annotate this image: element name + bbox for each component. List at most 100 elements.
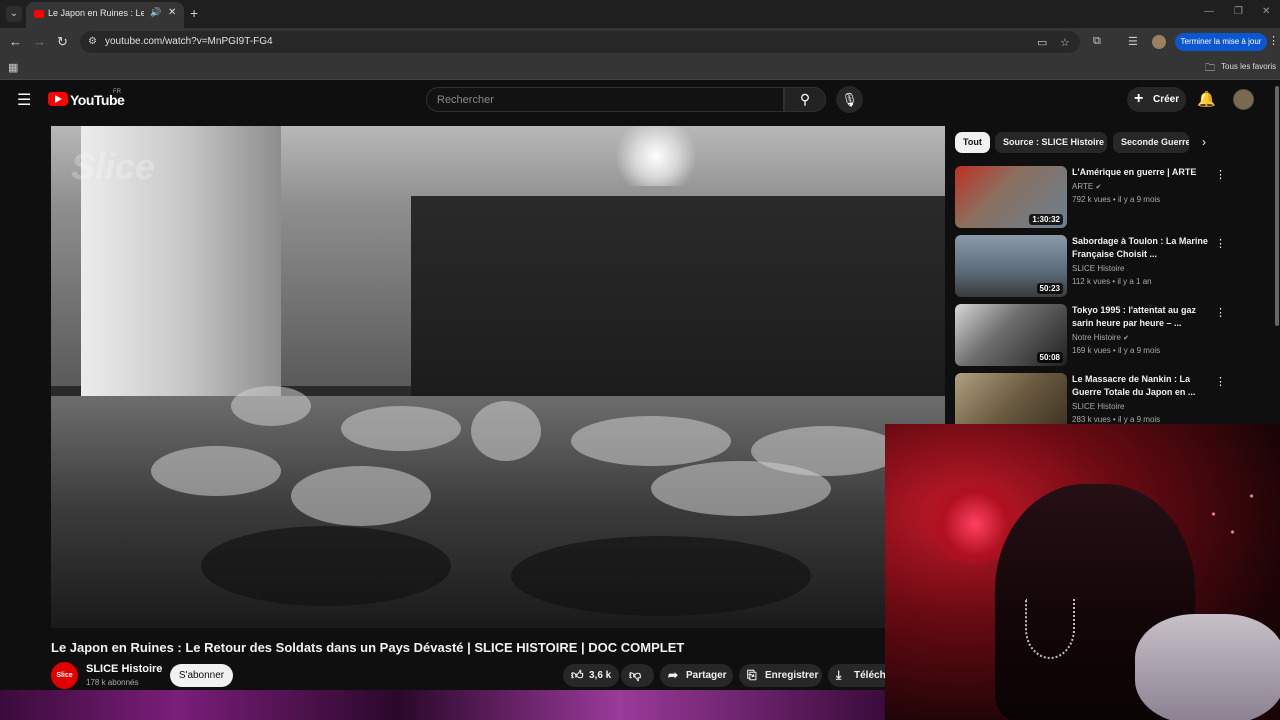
- reading-list-icon[interactable]: ☰: [1128, 35, 1138, 48]
- update-button[interactable]: Terminer la mise à jour: [1175, 33, 1267, 51]
- bookmark-star-icon[interactable]: ☆: [1060, 36, 1070, 49]
- chevron-right-icon[interactable]: ›: [1202, 135, 1206, 149]
- video-thumbnail[interactable]: 50:23: [955, 235, 1067, 297]
- recommendation-channel[interactable]: Notre Histoire ✔: [1072, 333, 1129, 342]
- recommendation-channel[interactable]: SLICE Histoire: [1072, 264, 1124, 273]
- browser-tab-bar: ⌄ Le Japon en Ruines : Le Retour 🔊 ✕ + —…: [0, 0, 1280, 28]
- chip-all[interactable]: Tout: [955, 132, 990, 153]
- folder-icon: 🗀: [1205, 63, 1215, 74]
- more-actions-icon[interactable]: ⋮: [1215, 168, 1226, 181]
- recommendation-title[interactable]: L'Amérique en guerre | ARTE: [1072, 166, 1210, 179]
- channel-label: Notre Histoire: [1072, 333, 1121, 342]
- account-avatar[interactable]: [1233, 89, 1254, 110]
- download-icon: ⤓: [836, 668, 842, 682]
- forward-icon[interactable]: →: [33, 34, 46, 49]
- description-area-glimpse: [0, 690, 885, 720]
- channel-avatar[interactable]: Slice: [51, 662, 78, 689]
- like-count: 3,6 k: [589, 670, 612, 681]
- save-button[interactable]: ⎘ Enregistrer: [739, 664, 822, 687]
- channel-label: ARTE: [1072, 182, 1094, 191]
- dislike-button[interactable]: 👎︎: [621, 664, 654, 687]
- share-arrow-icon: ➦: [668, 668, 679, 682]
- share-label: Partager: [686, 670, 727, 681]
- browser-toolbar: ← → ↻ ⚙ youtube.com/watch?v=MnPGI9T-FG4 …: [0, 28, 1280, 56]
- recommendation-channel[interactable]: SLICE Histoire: [1072, 402, 1124, 411]
- youtube-favicon-icon: [34, 10, 44, 18]
- browser-tab[interactable]: Le Japon en Ruines : Le Retour 🔊 ✕: [26, 2, 184, 28]
- more-actions-icon[interactable]: ⋮: [1215, 375, 1225, 388]
- duration-badge: 1:30:32: [1029, 214, 1063, 225]
- more-actions-icon[interactable]: ⋮: [1215, 237, 1226, 250]
- create-label: Créer: [1153, 94, 1180, 105]
- minimize-icon[interactable]: —: [1204, 6, 1214, 17]
- reload-icon[interactable]: ↻: [57, 34, 68, 50]
- extensions-icon[interactable]: ⧉: [1093, 35, 1101, 48]
- recommendation-title[interactable]: Tokyo 1995 : l'attentat au gaz sarin heu…: [1072, 304, 1210, 330]
- slice-watermark: Slice: [71, 146, 156, 187]
- recommendation-meta: 112 k vues • il y a 1 an: [1072, 277, 1152, 286]
- search-input[interactable]: Rechercher: [426, 87, 784, 112]
- tab-list-icon[interactable]: ⌄: [6, 6, 22, 22]
- video-title: Le Japon en Ruines : Le Retour des Solda…: [51, 640, 685, 655]
- recommendation-meta: 792 k vues • il y a 9 mois: [1072, 195, 1161, 204]
- maximize-icon[interactable]: ❐: [1234, 6, 1243, 17]
- recommendation-item[interactable]: Le Massacre de Nankin : La Guerre Totale…: [955, 373, 1225, 424]
- recommendation-title[interactable]: Le Massacre de Nankin : La Guerre Totale…: [1072, 373, 1210, 399]
- search-button[interactable]: ⚲: [784, 87, 826, 112]
- chip-source-slice[interactable]: Source : SLICE Histoire: [995, 132, 1107, 153]
- site-info-icon[interactable]: ⚙: [88, 36, 97, 47]
- cast-icon[interactable]: ▭: [1037, 36, 1047, 49]
- recommendation-channel[interactable]: ARTE ✔: [1072, 182, 1101, 191]
- recommendation-title[interactable]: Sabordage à Toulon : La Marine Française…: [1072, 235, 1210, 261]
- bookmarks-bar: ▦ 🗀 Tous les favoris: [0, 56, 1280, 80]
- duration-badge: 50:08: [1036, 352, 1063, 363]
- recommendation-item[interactable]: 1:30:32 L'Amérique en guerre | ARTE ARTE…: [955, 166, 1226, 228]
- new-tab-icon[interactable]: +: [190, 5, 198, 21]
- recommendation-meta: 169 k vues • il y a 9 mois: [1072, 346, 1161, 355]
- verified-badge-icon: ✔: [1095, 184, 1102, 191]
- voice-search-icon[interactable]: 🎙: [836, 86, 863, 113]
- region-code: FR: [113, 89, 121, 95]
- profile-avatar[interactable]: [1152, 35, 1166, 49]
- search-placeholder: Rechercher: [437, 94, 494, 106]
- save-label: Enregistrer: [765, 670, 819, 681]
- more-menu-icon[interactable]: ⋮: [1268, 34, 1279, 47]
- tab-title: Le Japon en Ruines : Le Retour: [48, 8, 144, 18]
- back-icon[interactable]: ←: [9, 34, 22, 49]
- address-bar[interactable]: ⚙ youtube.com/watch?v=MnPGI9T-FG4 ▭ ☆: [80, 31, 1080, 53]
- recommendation-item[interactable]: 50:23 Sabordage à Toulon : La Marine Fra…: [955, 235, 1226, 297]
- verified-badge-icon: ✔: [1123, 335, 1130, 342]
- all-bookmarks-link[interactable]: Tous les favoris: [1221, 62, 1276, 71]
- close-tab-icon[interactable]: ✕: [168, 7, 176, 18]
- download-label: Télécha: [854, 670, 885, 681]
- share-button[interactable]: ➦ Partager: [660, 664, 733, 687]
- video-thumbnail[interactable]: [955, 373, 1067, 424]
- like-button[interactable]: 👍︎ 3,6 k: [563, 664, 619, 687]
- video-thumbnail[interactable]: 1:30:32: [955, 166, 1067, 228]
- chip-second-war[interactable]: Seconde Guerre: [1113, 132, 1189, 153]
- thumbs-down-icon: 👎︎: [629, 668, 642, 682]
- download-button[interactable]: ⤓ Télécha: [828, 664, 885, 687]
- thumbs-up-icon: 👍︎: [571, 668, 584, 682]
- channel-name[interactable]: SLICE Histoire: [86, 663, 162, 675]
- plus-icon: +: [1134, 90, 1144, 107]
- page-scrollbar[interactable]: [1275, 86, 1279, 326]
- close-window-icon[interactable]: ✕: [1262, 6, 1270, 17]
- more-actions-icon[interactable]: ⋮: [1215, 306, 1226, 319]
- url-text: youtube.com/watch?v=MnPGI9T-FG4: [105, 36, 273, 47]
- bookmark-icon: ⎘: [747, 668, 757, 682]
- subscribe-button[interactable]: S'abonner: [170, 664, 233, 687]
- video-player[interactable]: Slice: [51, 126, 945, 628]
- duration-badge: 50:23: [1036, 283, 1063, 294]
- notifications-bell-icon[interactable]: 🔔: [1197, 90, 1216, 108]
- play-triangle-icon: [55, 95, 62, 103]
- subscriber-count: 178 k abonnés: [86, 678, 139, 687]
- audio-icon[interactable]: 🔊: [150, 7, 161, 18]
- apps-grid-icon[interactable]: ▦: [8, 61, 18, 74]
- menu-icon[interactable]: ☰: [17, 90, 31, 110]
- youtube-header: ☰ YouTube FR Rechercher ⚲ 🎙 + Créer 🔔: [0, 81, 1280, 119]
- recommendation-item[interactable]: 50:08 Tokyo 1995 : l'attentat au gaz sar…: [955, 304, 1226, 366]
- recommendation-meta: 283 k vues • il y a 9 mois: [1072, 415, 1161, 424]
- video-thumbnail[interactable]: 50:08: [955, 304, 1067, 366]
- create-button[interactable]: + Créer: [1127, 87, 1186, 112]
